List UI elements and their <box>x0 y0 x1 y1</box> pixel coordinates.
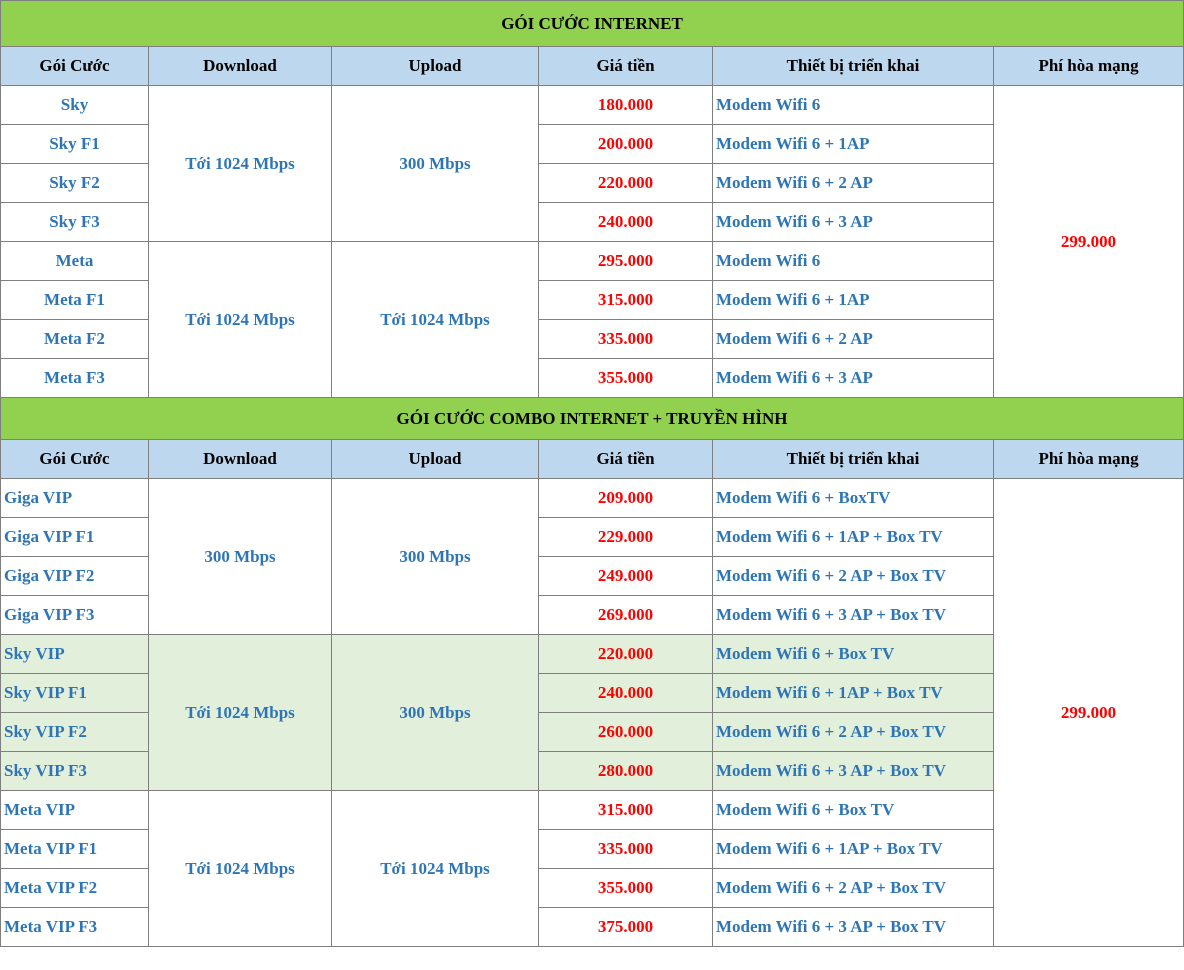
device: Modem Wifi 6 + 1AP + Box TV <box>712 673 994 713</box>
device: Modem Wifi 6 + 1AP <box>712 124 994 164</box>
package-name: Meta F2 <box>0 319 149 359</box>
upload-speed: 300 Mbps <box>331 85 539 242</box>
device: Modem Wifi 6 + 3 AP <box>712 358 994 398</box>
column-header: Phí hòa mạng <box>992 439 1184 479</box>
package-name: Meta F1 <box>0 280 149 320</box>
device: Modem Wifi 6 + 3 AP + Box TV <box>712 595 994 635</box>
device: Modem Wifi 6 + 2 AP <box>712 319 994 359</box>
package-name: Sky VIP F3 <box>0 751 149 791</box>
price: 249.000 <box>538 556 713 596</box>
price: 220.000 <box>538 634 713 674</box>
download-speed: Tới 1024 Mbps <box>148 790 332 947</box>
column-header: Upload <box>331 46 539 86</box>
device: Modem Wifi 6 + 2 AP + Box TV <box>712 712 994 752</box>
section1-title: GÓI CƯỚC INTERNET <box>0 0 1184 47</box>
price: 200.000 <box>538 124 713 164</box>
table-row: Giga VIP 300 Mbps 300 Mbps 209.000 Modem Wif… <box>0 478 1184 947</box>
price: 315.000 <box>538 790 713 830</box>
upload-speed: 300 Mbps <box>331 634 539 791</box>
download-speed: Tới 1024 Mbps <box>148 85 332 242</box>
package-name: Sky F3 <box>0 202 149 242</box>
price: 269.000 <box>538 595 713 635</box>
column-header: Giá tiền <box>538 46 713 86</box>
column-header: Phí hòa mạng <box>992 46 1184 86</box>
upload-speed: 300 Mbps <box>331 478 539 635</box>
column-header: Upload <box>331 439 539 479</box>
section2-header-row: Gói Cước Download Upload Giá tiền Thiết bị t… <box>0 439 1184 479</box>
price: 180.000 <box>538 85 713 125</box>
download-speed: 300 Mbps <box>148 478 332 635</box>
price: 335.000 <box>538 319 713 359</box>
package-name: Meta VIP F1 <box>0 829 149 869</box>
column-header: Thiết bị triển khai <box>712 439 994 479</box>
column-header: Gói Cước <box>0 46 149 86</box>
price: 295.000 <box>538 241 713 281</box>
column-header: Download <box>148 439 332 479</box>
package-name: Meta VIP <box>0 790 149 830</box>
column-header: Download <box>148 46 332 86</box>
price: 315.000 <box>538 280 713 320</box>
device: Modem Wifi 6 + 2 AP + Box TV <box>712 868 994 908</box>
upload-speed: Tới 1024 Mbps <box>331 241 539 398</box>
package-name: Giga VIP <box>0 478 149 518</box>
price: 209.000 <box>538 478 713 518</box>
package-name: Meta VIP F3 <box>0 907 149 947</box>
price: 260.000 <box>538 712 713 752</box>
installation-fee: 299.000 <box>992 85 1184 398</box>
download-speed: Tới 1024 Mbps <box>148 634 332 791</box>
package-name: Sky VIP F2 <box>0 712 149 752</box>
upload-speed: Tới 1024 Mbps <box>331 790 539 947</box>
package-name: Meta F3 <box>0 358 149 398</box>
price-table: GÓI CƯỚC INTERNET Gói Cước Download Upload G… <box>0 0 1184 947</box>
column-header: Thiết bị triển khai <box>712 46 994 86</box>
device: Modem Wifi 6 + 1AP <box>712 280 994 320</box>
section1-title-row: GÓI CƯỚC INTERNET <box>0 0 1184 47</box>
device: Modem Wifi 6 + 2 AP <box>712 163 994 203</box>
device: Modem Wifi 6 <box>712 85 994 125</box>
package-name: Sky F1 <box>0 124 149 164</box>
price: 240.000 <box>538 673 713 713</box>
package-name: Giga VIP F2 <box>0 556 149 596</box>
installation-fee: 299.000 <box>992 478 1184 947</box>
column-header: Giá tiền <box>538 439 713 479</box>
section1-header-row: Gói Cước Download Upload Giá tiền Thiết bị t… <box>0 46 1184 86</box>
price: 355.000 <box>538 358 713 398</box>
package-name: Giga VIP F1 <box>0 517 149 557</box>
device: Modem Wifi 6 + 3 AP + Box TV <box>712 751 994 791</box>
price: 229.000 <box>538 517 713 557</box>
device: Modem Wifi 6 + 3 AP + Box TV <box>712 907 994 947</box>
device: Modem Wifi 6 + 2 AP + Box TV <box>712 556 994 596</box>
device: Modem Wifi 6 + Box TV <box>712 634 994 674</box>
device: Modem Wifi 6 + BoxTV <box>712 478 994 518</box>
price: 220.000 <box>538 163 713 203</box>
column-header: Gói Cước <box>0 439 149 479</box>
table-row: Sky Tới 1024 Mbps 300 Mbps 180.000 Modem Wif… <box>0 85 1184 398</box>
download-speed: Tới 1024 Mbps <box>148 241 332 398</box>
device: Modem Wifi 6 + 1AP + Box TV <box>712 517 994 557</box>
package-name: Sky F2 <box>0 163 149 203</box>
price: 280.000 <box>538 751 713 791</box>
device: Modem Wifi 6 + Box TV <box>712 790 994 830</box>
section2-title-row: GÓI CƯỚC COMBO INTERNET + TRUYỀN HÌNH <box>0 397 1184 440</box>
price: 375.000 <box>538 907 713 947</box>
package-name: Sky VIP F1 <box>0 673 149 713</box>
price-table-body: GÓI CƯỚC INTERNET Gói Cước Download Upload G… <box>0 0 1184 947</box>
device: Modem Wifi 6 <box>712 241 994 281</box>
price: 240.000 <box>538 202 713 242</box>
device: Modem Wifi 6 + 3 AP <box>712 202 994 242</box>
package-name: Giga VIP F3 <box>0 595 149 635</box>
price: 335.000 <box>538 829 713 869</box>
price: 355.000 <box>538 868 713 908</box>
device: Modem Wifi 6 + 1AP + Box TV <box>712 829 994 869</box>
package-name: Meta <box>0 241 149 281</box>
package-name: Sky <box>0 85 149 125</box>
package-name: Sky VIP <box>0 634 149 674</box>
section2-title: GÓI CƯỚC COMBO INTERNET + TRUYỀN HÌNH <box>0 397 1184 440</box>
package-name: Meta VIP F2 <box>0 868 149 908</box>
